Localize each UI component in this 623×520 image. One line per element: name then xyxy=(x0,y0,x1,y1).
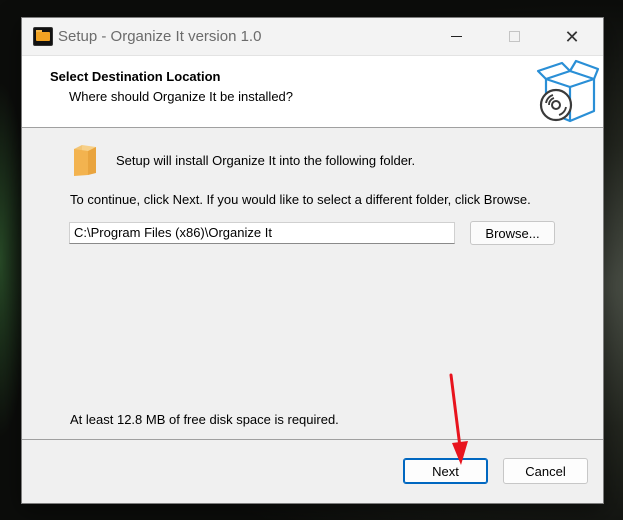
install-box-disc-icon xyxy=(536,59,600,123)
install-message: Setup will install Organize It into the … xyxy=(116,153,416,168)
maximize-button[interactable] xyxy=(485,18,543,55)
close-button[interactable]: ✕ xyxy=(543,18,601,55)
close-icon: ✕ xyxy=(564,26,580,47)
title-bar[interactable]: Setup - Organize It version 1.0 ✕ xyxy=(22,18,603,56)
continue-message: To continue, click Next. If you would li… xyxy=(70,192,531,207)
wizard-content: Setup will install Organize It into the … xyxy=(22,128,603,438)
window-title: Setup - Organize It version 1.0 xyxy=(58,28,262,45)
page-subtitle: Where should Organize It be installed? xyxy=(69,89,294,104)
wizard-header: Select Destination Location Where should… xyxy=(22,56,603,128)
setup-window: Setup - Organize It version 1.0 ✕ Select… xyxy=(21,17,604,504)
minimize-button[interactable] xyxy=(427,18,485,55)
app-icon xyxy=(33,27,53,46)
folder-icon xyxy=(74,145,96,176)
minimize-icon xyxy=(450,36,462,37)
cancel-button[interactable]: Cancel xyxy=(503,458,588,484)
browse-button[interactable]: Browse... xyxy=(470,221,555,245)
annotation-arrow-icon xyxy=(449,373,468,465)
destination-path-input[interactable]: C:\Program Files (x86)\Organize It xyxy=(69,222,455,244)
page-title: Select Destination Location xyxy=(50,69,221,84)
maximize-icon xyxy=(508,31,520,42)
wizard-footer: Next Cancel xyxy=(22,440,603,503)
disk-space-message: At least 12.8 MB of free disk space is r… xyxy=(70,412,339,427)
